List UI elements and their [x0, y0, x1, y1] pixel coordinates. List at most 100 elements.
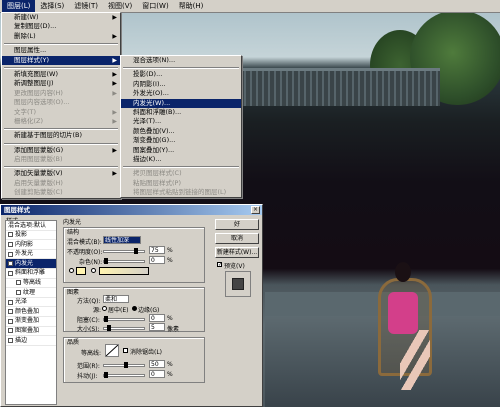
choke-slider[interactable] [103, 316, 145, 322]
layer-menu-item[interactable]: 新调整图层(J) ▶ [2, 79, 120, 88]
layer-menu-item[interactable]: 添加图层蒙版(G) ▶ [2, 146, 120, 155]
style-checkbox[interactable] [8, 251, 13, 257]
jitter-knob[interactable] [104, 372, 108, 378]
style-menu-item[interactable]: 颜色叠加(V)... [121, 127, 241, 136]
style-menu-item[interactable]: 渐变叠加(G)... [121, 136, 241, 145]
center-radio[interactable] [102, 306, 107, 311]
close-icon[interactable]: × [251, 206, 260, 214]
gradient-swatch[interactable] [99, 267, 149, 275]
style-list-item[interactable]: 混合选项:默认 [6, 221, 56, 231]
antialias-checkbox[interactable] [123, 348, 128, 353]
style-menu-item[interactable]: 内发光(W)... [121, 98, 241, 108]
style-list-label: 等高线 [23, 279, 42, 287]
menu-layer[interactable]: 图层(L) [2, 0, 36, 12]
source-center-label: 居中(E) [108, 307, 129, 314]
style-checkbox[interactable] [16, 289, 21, 295]
layer-menu-item[interactable]: 复制图层(D)... [2, 22, 120, 31]
layer-menu-item-label: 新建(W) [14, 13, 39, 21]
opacity-input[interactable]: 75 [149, 246, 165, 254]
jitter-input[interactable]: 0 [149, 370, 165, 378]
style-menu-item[interactable]: 光泽(T)... [121, 117, 241, 126]
style-checkbox[interactable] [8, 241, 13, 247]
style-checkbox[interactable] [8, 261, 13, 267]
ok-button[interactable]: 好 [215, 219, 259, 230]
size-slider[interactable] [103, 325, 145, 331]
percent-label: % [167, 361, 173, 368]
choke-input[interactable]: 0 [149, 314, 165, 322]
style-menu-item[interactable]: 描边(K)... [121, 155, 241, 164]
noise-input[interactable]: 0 [149, 256, 165, 264]
style-checkbox[interactable] [16, 280, 21, 286]
style-list-label: 纹理 [23, 288, 36, 296]
style-menu-item-label: 投影(D)... [133, 70, 163, 79]
preview-checkbox[interactable]: ✓ [217, 262, 222, 268]
style-checkbox[interactable] [8, 318, 13, 324]
style-preview-box [225, 271, 251, 297]
style-list-item[interactable]: 图案叠加 [6, 327, 56, 337]
method-select[interactable]: 柔和 [103, 295, 129, 303]
style-checkbox[interactable] [8, 270, 13, 276]
layer-menu-item[interactable]: 新建(W) ▶ [2, 13, 120, 22]
style-menu-item-label: 光泽(T)... [133, 117, 162, 126]
layer-menu-item[interactable]: 图层属性... [2, 46, 120, 55]
menu-select[interactable]: 选择(S) [35, 0, 69, 12]
contour-label: 等高线: [81, 350, 102, 357]
style-menu-item[interactable]: 内阴影(I)... [121, 80, 241, 89]
noise-label: 杂色(N): [79, 259, 103, 266]
style-checkbox[interactable] [8, 299, 13, 305]
menu-view[interactable]: 视图(V) [103, 0, 137, 12]
source-edge-label: 边缘(G) [138, 307, 160, 314]
style-menu-item[interactable]: 外发光(O)... [121, 89, 241, 98]
range-knob[interactable] [124, 362, 128, 368]
style-menu-item-label: 外发光(O)... [133, 89, 169, 98]
style-checkbox[interactable] [8, 309, 13, 315]
style-checkbox[interactable] [8, 337, 13, 343]
menu-window[interactable]: 窗口(W) [137, 0, 173, 12]
noise-slider[interactable] [103, 258, 145, 264]
menu-filter[interactable]: 滤镜(T) [69, 0, 103, 12]
glow-color-swatch[interactable] [76, 267, 86, 275]
opacity-knob[interactable] [134, 248, 138, 254]
cancel-button[interactable]: 取消 [215, 233, 259, 244]
layer-menu-item: 图层内容选项(O)... [2, 98, 120, 107]
layer-menu-item-label: 添加矢量蒙版(V) [14, 169, 63, 178]
style-menu-item[interactable]: 混合选项(N)... [121, 56, 241, 65]
style-menu-item-label: 粘贴图层样式(P) [133, 178, 181, 187]
solid-color-radio[interactable] [69, 268, 74, 273]
style-checkbox[interactable] [8, 232, 13, 238]
choke-knob[interactable] [104, 316, 108, 322]
layer-menu-item[interactable]: 添加矢量蒙版(V) ▶ [2, 169, 120, 178]
gradient-radio[interactable] [91, 268, 96, 273]
style-list-item[interactable]: 描边 [6, 336, 56, 346]
new-style-button[interactable]: 新建样式(W)... [215, 247, 259, 258]
style-list-label: 内发光 [15, 259, 34, 267]
jitter-slider[interactable] [103, 372, 145, 378]
layer-menu-item[interactable]: 删除(L) ▶ [2, 32, 120, 41]
layer-menu-item[interactable]: 图层样式(Y) ▶ [2, 55, 120, 65]
noise-knob[interactable] [104, 258, 108, 264]
woman-legs [400, 330, 430, 390]
submenu-arrow-icon: ▶ [112, 117, 117, 125]
style-checkbox[interactable] [8, 328, 13, 334]
jitter-label: 抖动(J): [77, 373, 98, 380]
style-list-label: 渐变叠加 [15, 317, 40, 325]
edge-radio[interactable] [132, 306, 137, 311]
style-list-item[interactable]: 纹理 [6, 288, 56, 298]
range-slider[interactable] [103, 362, 145, 368]
style-menu-item[interactable]: 斜面和浮雕(B)... [121, 108, 241, 117]
size-input[interactable]: 5 [149, 323, 165, 331]
style-menu-item[interactable]: 投影(D)... [121, 70, 241, 79]
layer-menu-item[interactable]: 新填充图层(W) ▶ [2, 70, 120, 79]
size-knob[interactable] [107, 325, 111, 331]
opacity-slider[interactable] [103, 248, 145, 254]
blend-mode-select[interactable]: 线性加深 [103, 236, 141, 244]
contour-picker[interactable] [105, 344, 119, 357]
layer-menu-item-label: 图层内容选项(O)... [14, 98, 70, 107]
style-menu-item-label: 斜面和浮雕(B)... [133, 107, 182, 116]
layer-menu-item[interactable]: 新建基于图层的切片(B) [2, 131, 120, 140]
menu-help[interactable]: 帮助(H) [174, 0, 209, 12]
percent-label: % [167, 315, 173, 322]
style-menu-item[interactable]: 图案叠加(Y)... [121, 146, 241, 155]
opacity-label: 不透明度(O): [67, 249, 103, 256]
range-input[interactable]: 50 [149, 360, 165, 368]
